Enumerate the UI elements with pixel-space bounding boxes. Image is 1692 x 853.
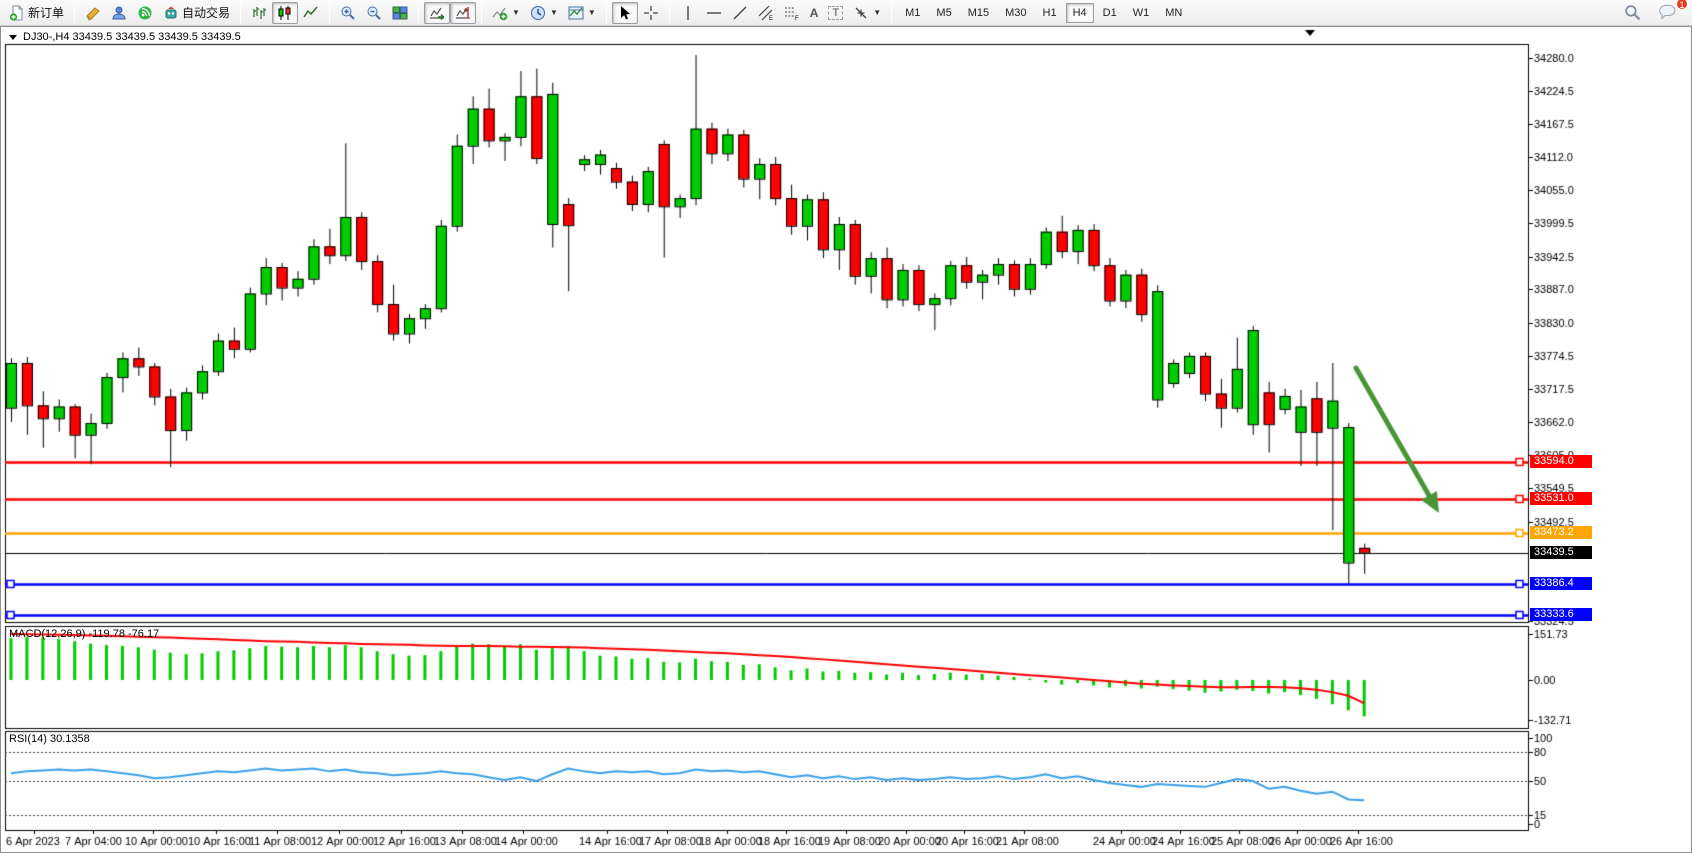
account-icon bbox=[111, 5, 127, 21]
auto-trading-label: 自动交易 bbox=[182, 4, 230, 21]
line-chart-icon bbox=[303, 5, 319, 21]
chevron-down-icon[interactable]: ▼ bbox=[550, 8, 558, 17]
tab-timeframe-M15[interactable]: M15 bbox=[961, 3, 996, 23]
chart-title-bar: DJ30-,H4 33439.5 33439.5 33439.5 33439.5 bbox=[9, 31, 241, 43]
tab-timeframe-W1[interactable]: W1 bbox=[1126, 3, 1157, 23]
separator bbox=[418, 3, 419, 23]
arrows-icon bbox=[853, 5, 869, 21]
tab-timeframe-H1[interactable]: H1 bbox=[1036, 3, 1064, 23]
line-chart-button[interactable] bbox=[298, 2, 324, 24]
auto-scroll-button[interactable] bbox=[424, 2, 450, 24]
arrows-tool-button[interactable]: ▼ bbox=[848, 2, 886, 24]
chevron-down-icon[interactable]: ▼ bbox=[588, 8, 596, 17]
equidistant-channel-icon: E bbox=[758, 5, 774, 21]
signal-button[interactable] bbox=[132, 2, 158, 24]
crosshair-tool-button[interactable] bbox=[638, 2, 664, 24]
chevron-down-icon[interactable]: ▼ bbox=[873, 8, 881, 17]
separator bbox=[329, 3, 330, 23]
separator bbox=[606, 3, 607, 23]
timeframe-group: M1M5M15M30H1H4D1W1MN bbox=[897, 0, 1190, 26]
chart-shift-button[interactable] bbox=[450, 2, 476, 24]
auto-trading-icon bbox=[163, 5, 179, 21]
new-order-label: 新订单 bbox=[28, 4, 64, 21]
notifications-icon bbox=[1659, 4, 1677, 21]
bar-chart-button[interactable] bbox=[246, 2, 272, 24]
notifications-button[interactable]: 1 bbox=[1654, 2, 1682, 24]
main-toolbar: 新订单 bbox=[0, 0, 1692, 26]
search-icon bbox=[1624, 4, 1641, 21]
market-depth-icon bbox=[85, 5, 101, 21]
auto-scroll-icon bbox=[429, 5, 445, 21]
horizontal-line-tool-button[interactable] bbox=[701, 2, 727, 24]
chart-title-text: DJ30-,H4 33439.5 33439.5 33439.5 33439.5 bbox=[23, 31, 241, 43]
vertical-line-tool-button[interactable] bbox=[675, 2, 701, 24]
templates-button[interactable]: ▼ bbox=[563, 2, 601, 24]
notification-badge: 1 bbox=[1676, 0, 1688, 10]
tile-windows-button[interactable] bbox=[387, 2, 413, 24]
fibonacci-tool-button[interactable]: F bbox=[779, 2, 805, 24]
text-label-icon: T bbox=[828, 6, 843, 20]
price-chart-canvas[interactable] bbox=[1, 27, 1691, 852]
tab-timeframe-D1[interactable]: D1 bbox=[1096, 3, 1124, 23]
separator bbox=[74, 3, 75, 23]
candlestick-chart-icon bbox=[277, 5, 293, 21]
bar-chart-icon bbox=[251, 5, 267, 21]
fibonacci-icon: F bbox=[784, 5, 800, 21]
price-tag-resistance: 33594.0 bbox=[1530, 455, 1592, 468]
zoom-out-button[interactable] bbox=[361, 2, 387, 24]
mt4-application: 新订单 bbox=[0, 0, 1692, 853]
horizontal-line-icon bbox=[706, 5, 722, 21]
price-tag-level: 33473.2 bbox=[1530, 526, 1592, 539]
separator bbox=[891, 3, 892, 23]
price-tag-support: 33386.4 bbox=[1530, 577, 1592, 590]
cursor-tool-button[interactable] bbox=[612, 2, 638, 24]
trendline-icon bbox=[732, 5, 748, 21]
indicators-button[interactable]: ▼ bbox=[487, 2, 525, 24]
account-button[interactable] bbox=[106, 2, 132, 24]
chart-shift-icon bbox=[455, 5, 471, 21]
zoom-out-icon bbox=[366, 5, 382, 21]
separator bbox=[481, 3, 482, 23]
tab-timeframe-M5[interactable]: M5 bbox=[929, 3, 958, 23]
vertical-line-icon bbox=[680, 5, 696, 21]
equidistant-channel-tool-button[interactable]: E bbox=[753, 2, 779, 24]
price-tag-support: 33333.6 bbox=[1530, 608, 1592, 621]
crosshair-icon bbox=[643, 5, 659, 21]
new-order-icon bbox=[9, 5, 25, 21]
trendline-tool-button[interactable] bbox=[727, 2, 753, 24]
zoom-in-button[interactable] bbox=[335, 2, 361, 24]
tab-timeframe-MN[interactable]: MN bbox=[1158, 3, 1189, 23]
macd-indicator-label: MACD(12,26,9) -119.78 -76.17 bbox=[9, 628, 159, 640]
text-label-tool-button[interactable]: T bbox=[823, 2, 848, 24]
new-order-button[interactable]: 新订单 bbox=[4, 2, 69, 24]
periods-button[interactable]: ▼ bbox=[525, 2, 563, 24]
price-tag-resistance: 33531.0 bbox=[1530, 492, 1592, 505]
zoom-in-icon bbox=[340, 5, 356, 21]
tab-timeframe-M1[interactable]: M1 bbox=[898, 3, 927, 23]
separator bbox=[669, 3, 670, 23]
text-tool-button[interactable]: A bbox=[805, 2, 824, 24]
tile-windows-icon bbox=[392, 5, 408, 21]
tab-timeframe-H4[interactable]: H4 bbox=[1066, 3, 1094, 23]
market-depth-button[interactable] bbox=[80, 2, 106, 24]
text-icon: A bbox=[810, 6, 819, 20]
tab-timeframe-M30[interactable]: M30 bbox=[998, 3, 1033, 23]
periods-icon bbox=[530, 5, 546, 21]
svg-text:F: F bbox=[795, 16, 799, 21]
indicators-icon bbox=[492, 5, 508, 21]
price-tag-current-price: 33439.5 bbox=[1530, 546, 1592, 559]
signal-icon bbox=[137, 5, 153, 21]
separator bbox=[240, 3, 241, 23]
search-button[interactable] bbox=[1619, 2, 1646, 24]
templates-icon bbox=[568, 5, 584, 21]
chart-window: DJ30-,H4 33439.5 33439.5 33439.5 33439.5… bbox=[0, 26, 1692, 853]
rsi-indicator-label: RSI(14) 30.1358 bbox=[9, 733, 90, 745]
svg-text:E: E bbox=[769, 16, 773, 21]
cursor-icon bbox=[617, 5, 633, 21]
candlestick-chart-button[interactable] bbox=[272, 2, 298, 24]
symbol-dropdown-icon[interactable] bbox=[9, 35, 17, 40]
chevron-down-icon[interactable]: ▼ bbox=[512, 8, 520, 17]
auto-trading-button[interactable]: 自动交易 bbox=[158, 2, 235, 24]
